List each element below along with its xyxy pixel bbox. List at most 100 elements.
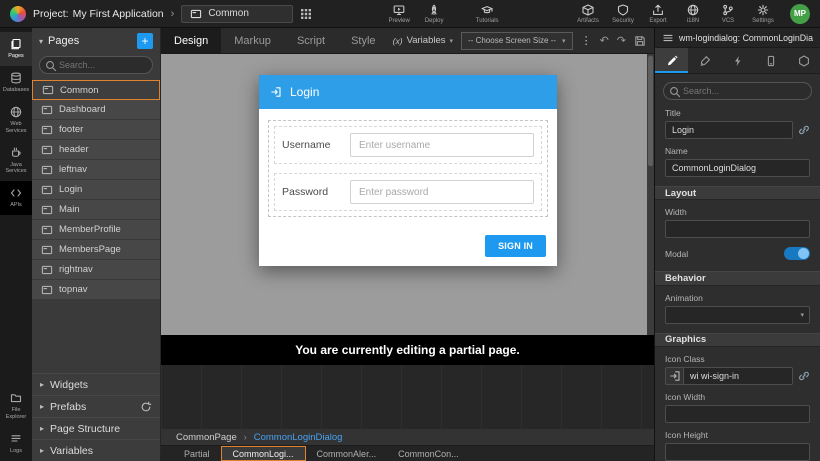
prefabs-section[interactable]: ▸ Prefabs — [32, 395, 160, 417]
properties-search-input[interactable] — [663, 82, 812, 100]
username-row[interactable]: Username — [274, 126, 542, 164]
tab-events[interactable] — [721, 48, 754, 73]
rocket-icon — [428, 4, 440, 16]
behavior-section-header[interactable]: Behavior — [655, 271, 820, 285]
bottom-tab-commonconfirmdialog[interactable]: CommonCon... — [387, 446, 470, 461]
animation-select[interactable]: ▾ — [665, 306, 810, 324]
tab-device[interactable] — [754, 48, 787, 73]
chevron-down-icon: ▾ — [800, 311, 804, 319]
user-avatar[interactable]: MP — [790, 4, 810, 24]
sign-in-button[interactable]: SIGN IN — [485, 235, 546, 257]
bottom-tab-commonlogindialog[interactable]: CommonLogi... — [221, 446, 306, 461]
page-item-header[interactable]: header — [32, 140, 160, 160]
deploy-button[interactable]: Deploy — [420, 4, 448, 24]
grid-menu-icon[interactable] — [300, 8, 312, 20]
password-label: Password — [282, 186, 342, 198]
rail-item-java-services[interactable]: Java Services — [0, 141, 32, 182]
tutorials-button[interactable]: Tutorials — [473, 4, 501, 24]
page-item-topnav[interactable]: topnav — [32, 280, 160, 300]
variables-section[interactable]: ▸ Variables — [32, 439, 160, 461]
icon-width-input[interactable] — [665, 405, 810, 423]
more-options-icon[interactable]: ⋮ — [581, 34, 592, 47]
icon-width-field-label: Icon Width — [665, 392, 810, 402]
rail-item-file-explorer[interactable]: File Explorer — [0, 386, 32, 427]
widgets-section[interactable]: ▸ Widgets — [32, 373, 160, 395]
name-input[interactable] — [665, 159, 810, 177]
modal-toggle[interactable] — [784, 247, 810, 260]
icon-class-input[interactable] — [683, 367, 793, 385]
password-row[interactable]: Password — [274, 173, 542, 211]
chevron-right-icon[interactable]: › — [171, 8, 175, 20]
bind-icon-class-icon[interactable] — [798, 370, 810, 382]
security-button[interactable]: Security — [609, 4, 637, 24]
screen-size-select[interactable]: -- Choose Screen Size -- ▾ — [461, 32, 573, 50]
undo-icon[interactable]: ↶ — [600, 34, 609, 47]
width-input[interactable] — [665, 220, 810, 238]
title-input[interactable] — [665, 121, 793, 139]
refresh-icon[interactable] — [140, 401, 152, 413]
settings-button[interactable]: Settings — [749, 4, 777, 24]
tab-markup[interactable]: Markup — [221, 28, 284, 53]
save-icon[interactable] — [634, 35, 646, 47]
collapse-caret-icon[interactable]: ▾ — [39, 37, 43, 46]
page-item-memberspage[interactable]: MembersPage — [32, 240, 160, 260]
breadcrumb-current[interactable]: CommonLoginDialog — [254, 432, 343, 443]
tab-style[interactable]: Style — [338, 28, 388, 53]
password-input[interactable] — [350, 180, 534, 204]
page-icon — [41, 244, 53, 256]
app-logo-icon[interactable] — [10, 6, 26, 22]
page-item-leftnav[interactable]: leftnav — [32, 160, 160, 180]
variables-dropdown[interactable]: (x) Variables ▾ — [393, 35, 453, 46]
graphics-section-header[interactable]: Graphics — [655, 333, 820, 347]
bind-property-icon[interactable] — [798, 124, 810, 136]
rail-item-databases[interactable]: Databases — [0, 66, 32, 100]
breadcrumb-parent[interactable]: CommonPage — [176, 432, 237, 443]
page-item-dashboard[interactable]: Dashboard — [32, 100, 160, 120]
page-selector[interactable]: Common — [181, 5, 293, 23]
sign-in-icon — [669, 370, 681, 382]
tab-properties[interactable] — [655, 48, 688, 73]
page-item-memberprofile[interactable]: MemberProfile — [32, 220, 160, 240]
toggle-knob — [798, 248, 809, 259]
page-item-rightnav[interactable]: rightnav — [32, 260, 160, 280]
username-input[interactable] — [350, 133, 534, 157]
rail-item-web-services[interactable]: Web Services — [0, 100, 32, 141]
rail-item-apis[interactable]: APIs — [0, 181, 32, 215]
login-dialog[interactable]: Login Username Password — [259, 75, 557, 266]
menu-icon[interactable] — [662, 32, 674, 44]
partial-page-notice: You are currently editing a partial page… — [161, 335, 654, 365]
tab-styles[interactable] — [688, 48, 721, 73]
page-item-login[interactable]: Login — [32, 180, 160, 200]
page-content-area[interactable] — [161, 365, 654, 429]
canvas-scrollbar[interactable] — [647, 54, 654, 335]
dialog-header[interactable]: Login — [259, 75, 557, 109]
add-page-button[interactable]: + — [137, 33, 153, 49]
design-canvas[interactable]: Login Username Password — [161, 54, 654, 335]
export-button[interactable]: Export — [644, 4, 672, 24]
tab-script[interactable]: Script — [284, 28, 338, 53]
page-item-main[interactable]: Main — [32, 200, 160, 220]
vcs-button[interactable]: VCS — [714, 4, 742, 24]
i18n-button[interactable]: i18N — [679, 4, 707, 24]
icon-height-input[interactable] — [665, 443, 810, 461]
layout-section-header[interactable]: Layout — [655, 186, 820, 200]
form-region[interactable]: Username Password — [268, 120, 548, 217]
rail-item-logs[interactable]: Logs — [0, 427, 32, 461]
left-rail: Pages Databases Web Services Java Servic… — [0, 28, 32, 461]
artifacts-button[interactable]: Artifacts — [574, 4, 602, 24]
scrollbar-thumb[interactable] — [648, 56, 653, 166]
page-icon — [41, 204, 53, 216]
preview-button[interactable]: Preview — [385, 4, 413, 24]
page-item-footer[interactable]: footer — [32, 120, 160, 140]
redo-icon[interactable]: ↷ — [617, 34, 626, 47]
bottom-tab-partial[interactable]: Partial — [173, 446, 221, 461]
search-icon — [45, 60, 57, 72]
bottom-tab-commonalertdialog[interactable]: CommonAler... — [306, 446, 388, 461]
page-structure-section[interactable]: ▸ Page Structure — [32, 417, 160, 439]
tab-design[interactable]: Design — [161, 28, 221, 53]
page-item-common[interactable]: Common — [32, 80, 160, 100]
title-field-label: Title — [665, 108, 810, 118]
tab-security[interactable] — [787, 48, 820, 73]
rail-item-pages[interactable]: Pages — [0, 32, 32, 66]
breadcrumb: CommonPage › CommonLoginDialog — [161, 429, 654, 445]
